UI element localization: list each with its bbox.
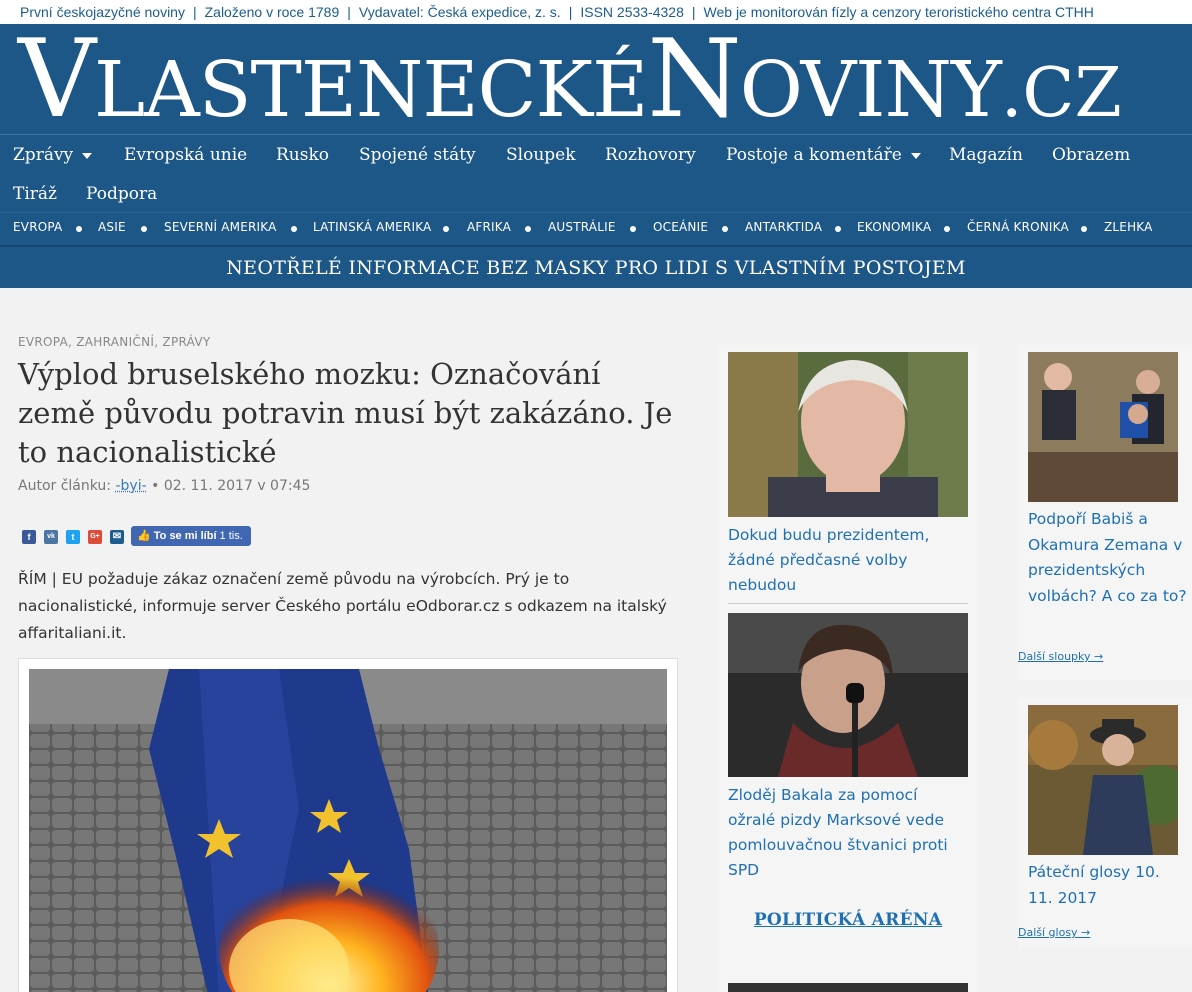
klaus-photo[interactable] (1028, 705, 1178, 855)
site-logo[interactable]: VLASTENECKÉNOVINY.CZ (18, 26, 1122, 134)
babis-okamura-photo[interactable] (1028, 352, 1178, 502)
topbar-item: První českojazyčné noviny (20, 4, 185, 20)
logo-tld: .CZ (1000, 54, 1122, 133)
slogan-band: NEOTŘELÉ INFORMACE BEZ MASKY PRO LIDI S … (0, 245, 1192, 288)
topbar-item: Web je monitorován fízly a cenzory teror… (703, 4, 1094, 20)
topbar-item: Založeno v roce 1789 (204, 4, 340, 20)
author-label: Autor článku: (18, 478, 112, 494)
sidebar-title[interactable]: Páteční glosy 10. 11. 2017 (1028, 860, 1188, 911)
nav-item-spojene-staty[interactable]: Spojené státy (359, 145, 476, 165)
facebook-icon[interactable]: f (22, 530, 36, 544)
facebook-like-button[interactable]: 👍 To se mi líbí 1 tis. (131, 526, 251, 546)
region-australie[interactable]: AUSTRÁLIE (548, 220, 616, 234)
bullet-icon (291, 226, 297, 232)
article-title: Výplod bruselského mozku: Označování zem… (18, 357, 673, 469)
region-cerna-kronika[interactable]: ČERNÁ KRONIKA (967, 220, 1069, 234)
sidebar-box: Páteční glosy 10. 11. 2017 Další glosy → (1018, 698, 1192, 948)
separator: | (192, 4, 197, 20)
nav-item-evropska-unie[interactable]: Evropská unie (124, 145, 247, 165)
region-latinska-amerika[interactable]: LATINSKÁ AMERIKA (313, 220, 431, 234)
topbar-item: ISSN 2533-4328 (580, 4, 684, 20)
nav-item-zpravy[interactable]: Zprávy (13, 145, 93, 165)
chevron-down-icon (82, 152, 93, 159)
slogan-text: NEOTŘELÉ INFORMACE BEZ MASKY PRO LIDI S … (226, 257, 966, 279)
nav-item-sloupek[interactable]: Sloupek (506, 145, 576, 165)
next-card-thumb[interactable] (728, 983, 968, 992)
logo-word: LASTENECKÉ (94, 46, 648, 134)
sidebar-title[interactable]: Podpoří Babiš a Okamura Zemana v prezide… (1028, 507, 1188, 609)
topbar-item: Vydavatel: Česká expedice, z. s. (358, 4, 561, 20)
featured-card[interactable]: Zloděj Bakala za pomocí ožralé pizdy Mar… (728, 613, 968, 883)
bullet-icon (944, 226, 950, 232)
like-count: 1 tis. (219, 530, 243, 542)
google-plus-icon[interactable]: G+ (88, 530, 102, 544)
nav-item-tiraz[interactable]: Tiráž (13, 184, 57, 204)
region-ekonomika[interactable]: EKONOMIKA (857, 220, 931, 234)
share-bar: f vk t G+ ✉ 👍 To se mi líbí 1 tis. (18, 526, 680, 548)
featured-title[interactable]: Zloděj Bakala za pomocí ožralé pizdy Mar… (728, 783, 968, 883)
zeman-photo (728, 352, 968, 517)
email-icon[interactable]: ✉ (110, 530, 124, 544)
region-afrika[interactable]: AFRIKA (467, 220, 511, 234)
political-arena-heading[interactable]: POLITICKÁ ARÉNA (718, 910, 978, 930)
vk-icon[interactable]: vk (44, 530, 58, 544)
region-oceanie[interactable]: OCEÁNIE (653, 220, 708, 234)
chevron-down-icon (910, 152, 921, 159)
region-evropa[interactable]: EVROPA (13, 220, 62, 234)
featured-card[interactable]: Dokud budu prezidentem, žádné předčasné … (728, 352, 968, 604)
nav-label: Postoje a komentáře (726, 145, 902, 165)
article-meta: Autor článku: -byi- • 02. 11. 2017 v 07:… (18, 478, 680, 494)
nav-item-magazin[interactable]: Magazín (949, 145, 1023, 165)
separator: | (347, 4, 351, 20)
nav-item-podpora[interactable]: Podpora (86, 184, 157, 204)
twitter-icon[interactable]: t (66, 530, 80, 544)
bullet-icon (630, 226, 636, 232)
bullet-icon (835, 226, 841, 232)
featured-title[interactable]: Dokud budu prezidentem, žádné předčasné … (728, 523, 968, 598)
article-date: • 02. 11. 2017 v 07:45 (151, 478, 311, 494)
bullet-icon (443, 226, 449, 232)
featured-column: Dokud budu prezidentem, žádné předčasné … (718, 345, 978, 992)
region-zlehka[interactable]: ZLEHKA (1104, 220, 1153, 234)
marksova-photo (728, 613, 968, 777)
article-lead: ŘÍM | EU požaduje zákaz označení země pů… (18, 570, 667, 642)
burning-eu-flag-photo (29, 669, 667, 992)
sidebar-box: Podpoří Babiš a Okamura Zemana v prezide… (1018, 345, 1192, 680)
bullet-icon (525, 226, 531, 232)
masthead: VLASTENECKÉNOVINY.CZ (0, 24, 1192, 134)
region-antarktida[interactable]: ANTARKTIDA (745, 220, 822, 234)
photo-illustration (29, 669, 667, 992)
divider (728, 603, 968, 604)
region-asie[interactable]: ASIE (98, 220, 126, 234)
region-severni-amerika[interactable]: SEVERNÍ AMERIKA (164, 220, 277, 234)
bullet-icon (722, 226, 728, 232)
top-info-bar: První českojazyčné noviny | Založeno v roc… (0, 0, 1192, 24)
more-columns-link[interactable]: Další sloupky → (1018, 650, 1103, 663)
article-categories[interactable]: EVROPA, ZAHRANIČNÍ, ZPRÁVY (18, 335, 680, 349)
separator: | (568, 4, 573, 20)
logo-word: OVINY (739, 46, 1002, 134)
nav-item-obrazem[interactable]: Obrazem (1052, 145, 1130, 165)
logo-letter: V (18, 24, 96, 134)
logo-letter: N (647, 24, 741, 134)
more-glosses-link[interactable]: Další glosy → (1018, 926, 1090, 939)
article: EVROPA, ZAHRANIČNÍ, ZPRÁVY Výplod brusel… (18, 335, 680, 992)
article-image-frame (18, 658, 678, 992)
nav-item-rusko[interactable]: Rusko (276, 145, 329, 165)
main-navigation: Zprávy Evropská unie Rusko Spojené státy… (0, 134, 1192, 212)
author-link[interactable]: -byi- (115, 478, 146, 494)
nav-item-rozhovory[interactable]: Rozhovory (605, 145, 696, 165)
separator: | (691, 4, 696, 20)
nav-label: Zprávy (13, 145, 74, 165)
thumbs-up-icon: 👍 (137, 530, 151, 542)
bullet-icon (1081, 226, 1087, 232)
bullet-icon (141, 226, 147, 232)
bullet-icon (76, 226, 82, 232)
region-navigation: EVROPA ASIE SEVERNÍ AMERIKA LATINSKÁ AME… (0, 212, 1192, 245)
like-label: To se mi líbí (153, 530, 217, 542)
nav-item-postoje[interactable]: Postoje a komentáře (726, 145, 921, 165)
